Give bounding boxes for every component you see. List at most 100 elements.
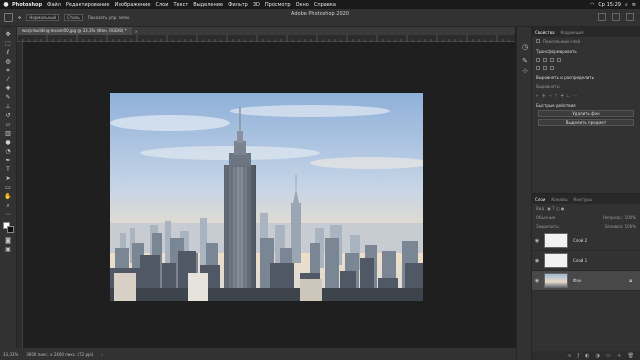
tab-channels[interactable]: Каналы — [551, 197, 567, 202]
close-tab-icon[interactable]: × — [135, 29, 138, 34]
menu-list-icon[interactable]: ≡ — [632, 2, 636, 8]
lasso-tool-icon[interactable]: ℓ — [3, 49, 13, 56]
align-header[interactable]: Выровнять и распределить — [536, 75, 640, 80]
layer-row[interactable]: ◉ Фон 🔒︎ — [532, 271, 640, 291]
zoom-level[interactable]: 33,33% — [3, 352, 18, 357]
background-color-swatch[interactable] — [7, 226, 14, 233]
lock-icon[interactable]: 🔒︎ — [629, 278, 632, 284]
more-tools-icon[interactable]: ⋯ — [3, 211, 13, 218]
hand-tool-icon[interactable]: ✋ — [3, 193, 13, 200]
menu-filter[interactable]: Фильтр — [228, 2, 248, 8]
new-layer-icon[interactable]: ＋ — [617, 352, 622, 359]
layer-name[interactable]: Слой 1 — [573, 258, 587, 263]
eye-icon[interactable]: ◉ — [532, 278, 542, 284]
flip-h-button[interactable] — [543, 66, 547, 70]
angle-field[interactable] — [536, 66, 540, 70]
tab-layers[interactable]: Слои — [535, 197, 545, 202]
menu-image[interactable]: Изображение — [115, 2, 151, 8]
menu-type[interactable]: Текст — [173, 2, 188, 8]
text-tool-icon[interactable]: T — [3, 166, 13, 173]
gradient-tool-icon[interactable]: ▥ — [3, 130, 13, 137]
move-tool-icon[interactable]: ✥ — [3, 31, 13, 38]
marquee-tool-icon[interactable]: ⬚ — [3, 40, 13, 47]
align-top-icon[interactable]: ⊤ — [554, 93, 557, 98]
clock[interactable]: Ср 15:29 — [598, 2, 621, 8]
brush-settings-icon[interactable]: ✎ — [521, 57, 529, 65]
search-icon[interactable]: ⌕ — [625, 2, 628, 8]
select-subject-button[interactable]: Выделить предмет — [538, 119, 634, 126]
menu-layers[interactable]: Слои — [155, 2, 168, 8]
remove-background-button[interactable]: Удалить фон — [538, 110, 634, 117]
quick-mask-icon[interactable]: ◙ — [3, 237, 13, 244]
screen-mode-icon[interactable]: ▣ — [3, 246, 13, 253]
layer-name[interactable]: Фон — [573, 278, 582, 283]
quick-select-tool-icon[interactable]: ◍ — [3, 58, 13, 65]
tab-paths[interactable]: Контуры — [573, 197, 591, 202]
opacity-field[interactable]: Непрозр.: 100% — [603, 215, 636, 220]
menu-app-name[interactable]: Photoshop — [12, 2, 42, 8]
x-field[interactable] — [550, 58, 554, 62]
fx-icon[interactable]: ƒ — [577, 353, 579, 359]
document-tab[interactable]: warp-building-lesson00.jpg @ 33,3% (Фон,… — [17, 27, 132, 35]
mask-icon[interactable]: ◐ — [585, 353, 589, 359]
layer-name[interactable]: Слой 2 — [573, 238, 587, 243]
eye-icon[interactable]: ◉ — [532, 238, 542, 244]
menu-edit[interactable]: Редактирование — [66, 2, 110, 8]
transform-header[interactable]: Трансформировать — [536, 49, 640, 54]
menu-window[interactable]: Окно — [296, 2, 309, 8]
blend-mode-dropdown[interactable]: Обычные — [536, 215, 555, 220]
align-right-icon[interactable]: ⊣ — [548, 93, 551, 98]
history-icon[interactable]: ◷ — [521, 43, 529, 51]
align-center-h-icon[interactable]: ╪ — [542, 93, 544, 98]
share-button[interactable] — [626, 13, 634, 21]
menu-view[interactable]: Просмотр — [265, 2, 291, 8]
wifi-icon[interactable]: ◠ — [590, 2, 594, 8]
layer-row[interactable]: ◉ Слой 1 — [532, 251, 640, 271]
workspace-button[interactable] — [612, 13, 620, 21]
crop-tool-icon[interactable]: ⌗ — [3, 67, 13, 74]
eyedropper-tool-icon[interactable]: ⁄ — [3, 76, 13, 83]
height-field[interactable] — [543, 58, 547, 62]
tab-adjustments[interactable]: Коррекция — [561, 30, 584, 35]
shape-tool-icon[interactable]: ▭ — [3, 184, 13, 191]
apple-icon[interactable]: ● — [0, 1, 12, 8]
search-button[interactable] — [598, 13, 606, 21]
menu-select[interactable]: Выделение — [193, 2, 223, 8]
more-align-icon[interactable]: ⋯ — [573, 93, 577, 98]
y-field[interactable] — [557, 58, 561, 62]
eye-icon[interactable]: ◉ — [532, 258, 542, 264]
document-info[interactable]: 3600 пикс. x 2400 пикс. (72 ppi) — [26, 352, 93, 357]
brush-tool-icon[interactable]: ✎ — [3, 94, 13, 101]
menu-3d[interactable]: 3D — [253, 2, 260, 8]
align-left-icon[interactable]: ⊢ — [536, 93, 539, 98]
width-field[interactable] — [536, 58, 540, 62]
align-bottom-icon[interactable]: ⊥ — [566, 93, 569, 98]
blur-tool-icon[interactable]: ● — [3, 139, 13, 146]
history-brush-icon[interactable]: ↺ — [3, 112, 13, 119]
adjustment-layer-icon[interactable]: ◑ — [596, 353, 600, 359]
tab-properties[interactable]: Свойства — [535, 30, 555, 35]
filter-icons[interactable]: ▣ T ◫ ● — [547, 206, 564, 211]
zoom-tool-icon[interactable]: ⌕ — [3, 202, 13, 209]
layer-row[interactable]: ◉ Слой 2 — [532, 231, 640, 251]
layer-kind-filter[interactable]: Вид — [536, 206, 544, 211]
align-middle-icon[interactable]: ┿ — [561, 93, 563, 98]
eraser-tool-icon[interactable]: ▱ — [3, 121, 13, 128]
quick-actions-header[interactable]: Быстрые действия — [536, 103, 640, 108]
fill-field[interactable]: Заливка: 100% — [605, 224, 636, 229]
adjust-icon[interactable]: ⊹ — [521, 67, 529, 75]
dodge-tool-icon[interactable]: ◔ — [3, 148, 13, 155]
document-image[interactable] — [110, 93, 423, 301]
stamp-tool-icon[interactable]: ⊥ — [3, 103, 13, 110]
flip-v-button[interactable] — [550, 66, 554, 70]
trash-icon[interactable]: 🗑︎ — [628, 353, 634, 359]
path-select-tool-icon[interactable]: ➤ — [3, 175, 13, 182]
horizontal-ruler[interactable] — [17, 35, 515, 42]
link-layers-icon[interactable]: ∞ — [567, 353, 571, 359]
pen-tool-icon[interactable]: ✒ — [3, 157, 13, 164]
menu-help[interactable]: Справка — [314, 2, 336, 8]
status-arrow-icon[interactable]: › — [101, 352, 103, 357]
group-icon[interactable]: ▭ — [606, 353, 611, 359]
menu-file[interactable]: Файл — [47, 2, 61, 8]
healing-tool-icon[interactable]: ✚ — [3, 85, 13, 92]
